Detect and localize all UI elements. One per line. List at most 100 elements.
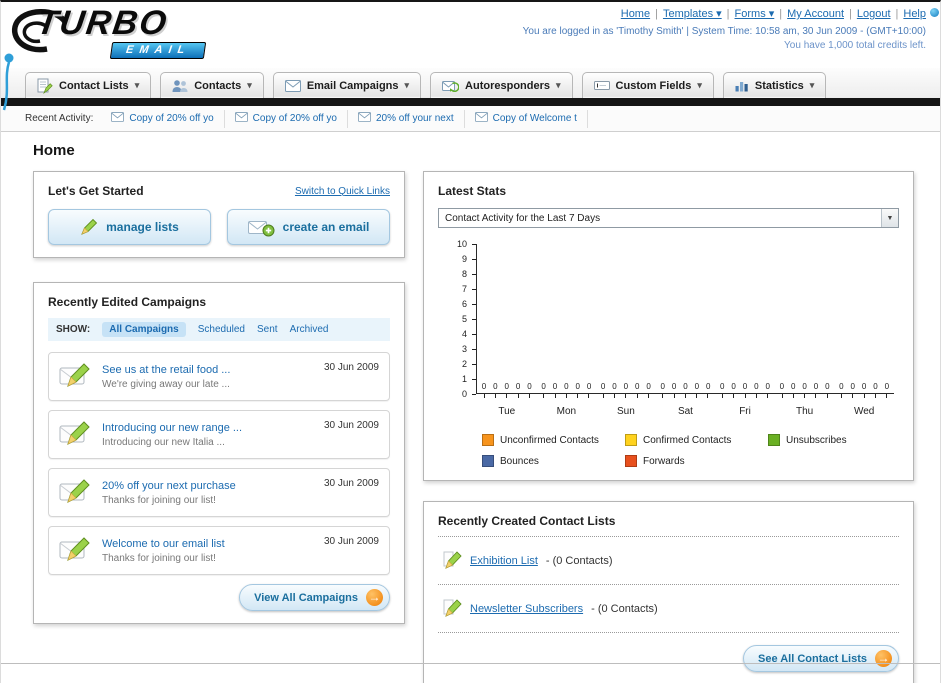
value-label: 0 xyxy=(873,382,878,391)
chart-legend: Unconfirmed Contacts Confirmed Contacts Un… xyxy=(482,434,912,467)
tab-autoresponders[interactable]: Autoresponders ▾ xyxy=(430,72,573,98)
campaigns-title: Recently Edited Campaigns xyxy=(48,295,207,309)
legend-item: Bounces xyxy=(482,455,625,467)
app-logo: TURBO EMAIL xyxy=(7,4,277,64)
tab-contact-lists[interactable]: Contact Lists ▾ xyxy=(25,72,152,98)
value-label: 0 xyxy=(646,382,651,391)
value-label: 0 xyxy=(564,382,569,391)
x-tick-label: Thu xyxy=(795,406,814,417)
legend-label: Unconfirmed Contacts xyxy=(500,434,599,446)
tab-email-campaigns[interactable]: Email Campaigns ▾ xyxy=(272,72,422,98)
decorative-dot xyxy=(930,8,939,17)
value-label: 0 xyxy=(575,382,580,391)
footer-divider xyxy=(1,663,940,664)
manage-lists-label: manage lists xyxy=(106,220,179,234)
x-tick-label: Mon xyxy=(556,406,577,417)
campaign-title-link[interactable]: 20% off your next purchase xyxy=(102,480,236,492)
campaign-date: 30 Jun 2009 xyxy=(323,362,379,373)
recent-activity-item[interactable]: Copy of Welcome t xyxy=(465,109,588,128)
campaign-date: 30 Jun 2009 xyxy=(323,478,379,489)
y-tick-label: 7 xyxy=(461,284,467,294)
header: TURBO EMAIL Home | Templates ▾ | Forms ▾ | My … xyxy=(1,2,940,111)
view-all-campaigns-button[interactable]: View All Campaigns → xyxy=(239,584,390,611)
value-label: 0 xyxy=(600,382,606,391)
envelope-plus-icon xyxy=(247,218,275,237)
page: TURBO EMAIL Home | Templates ▾ | Forms ▾ | My … xyxy=(0,0,941,683)
value-label: 0 xyxy=(861,382,867,391)
create-email-button[interactable]: create an email xyxy=(227,209,390,245)
value-label: 0 xyxy=(742,382,748,391)
top-link-templates[interactable]: Templates ▾ xyxy=(663,8,722,20)
legend-swatch xyxy=(482,434,494,446)
stats-period-select[interactable]: Contact Activity for the Last 7 Days ▼ xyxy=(438,208,899,228)
recent-activity-item[interactable]: Copy of 20% off yo xyxy=(101,109,225,128)
campaign-subtitle: Introducing our new Italia ... xyxy=(102,436,225,448)
campaign-envelope-pencil-icon xyxy=(59,418,93,451)
filter-sent[interactable]: Sent xyxy=(257,324,278,335)
campaign-title-link[interactable]: Welcome to our email list xyxy=(102,538,225,550)
switch-quick-links-link[interactable]: Switch to Quick Links xyxy=(295,186,390,197)
pencil-icon xyxy=(80,218,98,236)
link-separator: | xyxy=(779,8,783,20)
tab-statistics[interactable]: Statistics ▾ xyxy=(722,72,827,98)
top-link-my-account[interactable]: My Account xyxy=(787,8,844,20)
value-label: 0 xyxy=(705,382,711,391)
stats-period-value: Contact Activity for the Last 7 Days xyxy=(445,212,601,224)
top-link-help[interactable]: Help xyxy=(903,8,926,20)
top-link-forms[interactable]: Forms ▾ xyxy=(735,8,775,20)
value-label: 0 xyxy=(765,382,770,391)
contacts-icon xyxy=(172,79,188,93)
value-label: 0 xyxy=(515,382,521,391)
recent-activity-item-label: Copy of 20% off yo xyxy=(252,113,337,124)
link-separator: | xyxy=(726,8,730,20)
pencil-icon xyxy=(442,548,462,573)
filter-archived[interactable]: Archived xyxy=(290,324,329,335)
campaign-item: 20% off your next purchase Thanks for joi… xyxy=(48,468,390,517)
contact-list-item: Exhibition List - (0 Contacts) xyxy=(438,541,899,580)
nav-divider-bar xyxy=(1,98,940,106)
get-started-title: Let's Get Started xyxy=(48,184,144,198)
arrow-right-icon: → xyxy=(875,650,892,667)
tab-contacts[interactable]: Contacts ▾ xyxy=(160,72,264,98)
top-link-logout[interactable]: Logout xyxy=(857,8,891,20)
campaign-title-link[interactable]: See us at the retail food ... xyxy=(102,364,230,376)
x-tick-label: Sat xyxy=(677,406,693,417)
legend-label: Forwards xyxy=(643,455,685,467)
main-nav: Contact Lists ▾ Contacts ▾ Email Campaigns ▾ A… xyxy=(1,68,940,98)
tab-custom-fields[interactable]: Custom Fields ▾ xyxy=(581,72,714,98)
login-info: You are logged in as 'Timothy Smith' | S… xyxy=(522,26,926,37)
left-column: Let's Get Started Switch to Quick Links … xyxy=(33,171,405,624)
campaign-item: Welcome to our email list Thanks for join… xyxy=(48,526,390,575)
show-label: SHOW: xyxy=(56,324,91,335)
value-label: 0 xyxy=(504,382,509,391)
legend-swatch xyxy=(625,455,637,467)
filter-all-campaigns[interactable]: All Campaigns xyxy=(102,322,186,337)
latest-stats-panel: Latest Stats Contact Activity for the La… xyxy=(423,171,914,481)
recent-activity-item[interactable]: Copy of 20% off yo xyxy=(225,109,348,128)
y-tick-label: 9 xyxy=(461,254,467,264)
chart-group: 0 0 0 0 0 Tue xyxy=(479,244,535,417)
value-label: 0 xyxy=(884,382,890,391)
manage-lists-button[interactable]: manage lists xyxy=(48,209,211,245)
value-label: 0 xyxy=(660,382,665,391)
contact-list-link[interactable]: Newsletter Subscribers xyxy=(470,603,583,615)
chart-group: 0 0 0 0 0 Sat xyxy=(657,244,713,417)
value-label: 0 xyxy=(802,382,807,391)
chart-group: 0 0 0 0 0 Wed xyxy=(836,244,892,417)
campaign-title-link[interactable]: Introducing our new range ... xyxy=(102,422,242,434)
value-label: 0 xyxy=(481,382,487,391)
value-label: 0 xyxy=(754,382,759,391)
envelope-icon xyxy=(357,112,371,125)
legend-label: Unsubscribes xyxy=(786,434,847,446)
link-separator: | xyxy=(849,8,852,20)
filter-scheduled[interactable]: Scheduled xyxy=(198,324,245,335)
legend-item: Unsubscribes xyxy=(768,434,911,446)
value-label: 0 xyxy=(612,382,617,391)
statistics-icon xyxy=(735,79,749,92)
legend-item: Confirmed Contacts xyxy=(625,434,768,446)
custom-fields-icon xyxy=(593,79,610,92)
see-all-contact-lists-button[interactable]: See All Contact Lists → xyxy=(742,645,899,672)
contact-list-link[interactable]: Exhibition List xyxy=(470,555,538,567)
recent-activity-item[interactable]: 20% off your next xyxy=(348,109,465,128)
top-link-home[interactable]: Home xyxy=(621,8,650,20)
